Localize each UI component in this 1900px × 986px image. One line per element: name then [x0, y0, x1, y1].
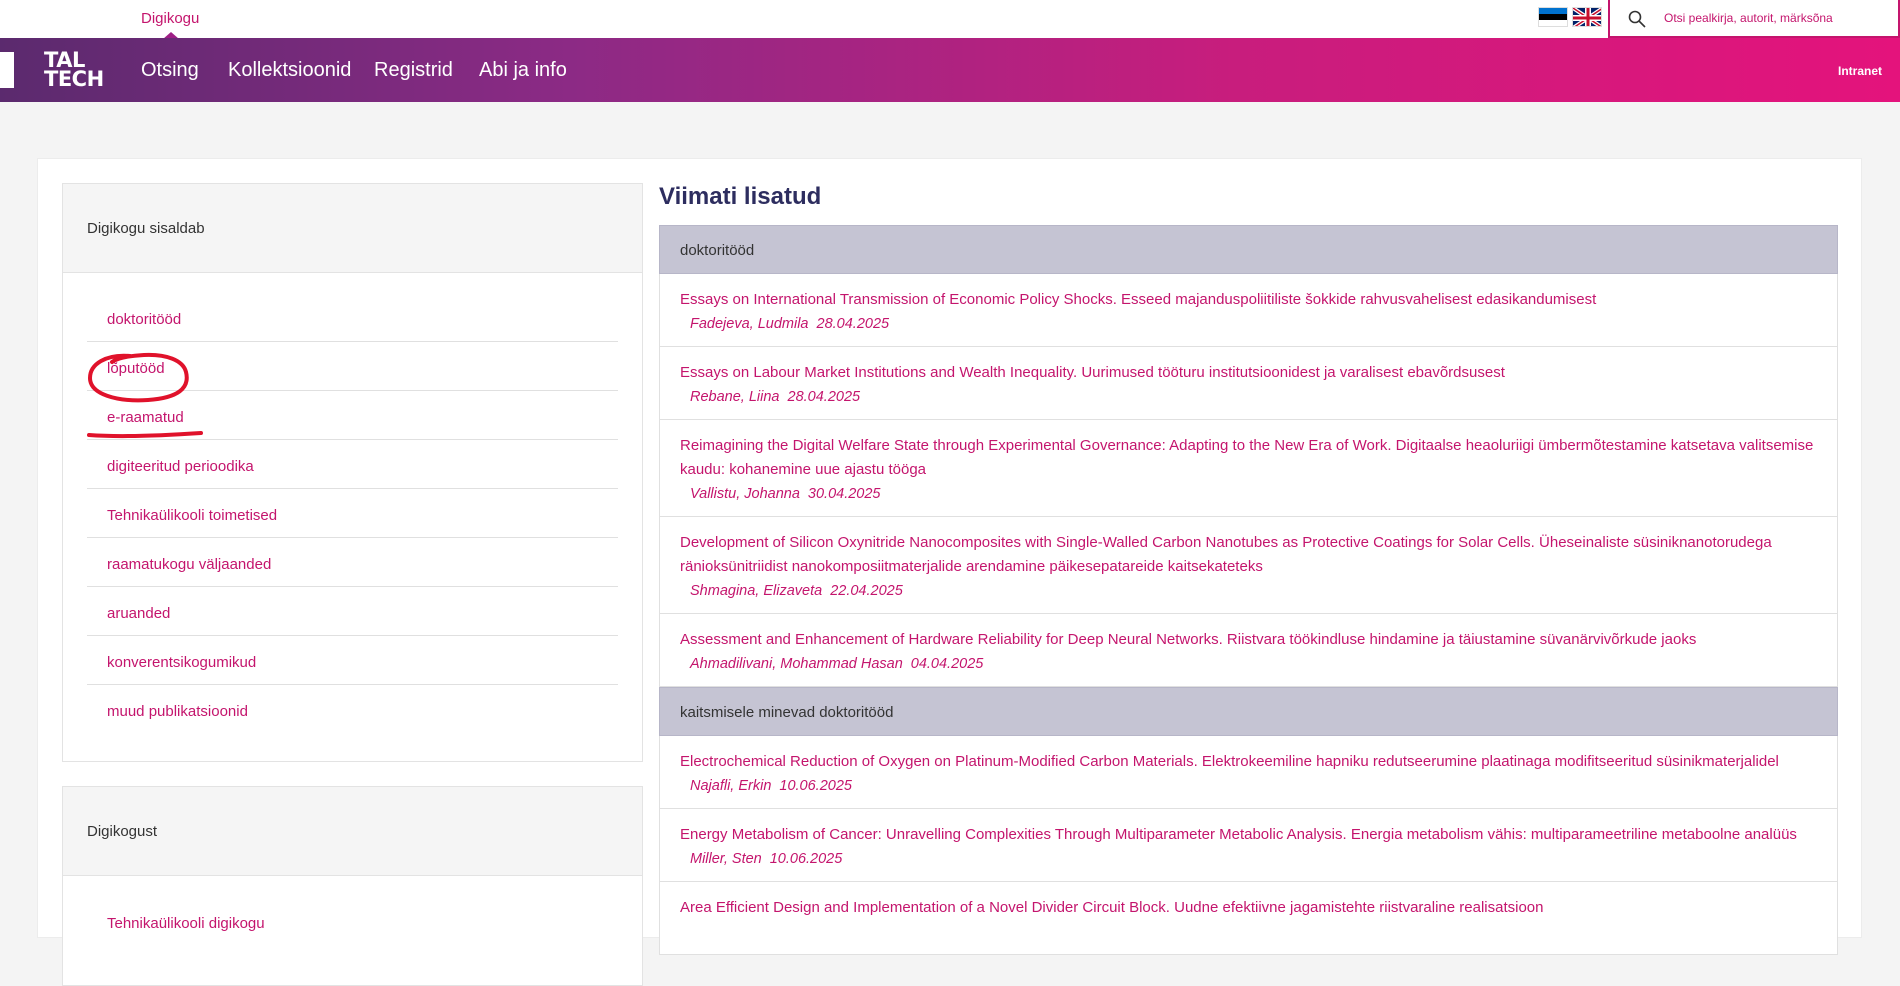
search-icon[interactable] — [1628, 10, 1646, 28]
recent-feed: doktoritööd Essays on International Tran… — [659, 225, 1838, 955]
top-strip: Digikogu — [0, 0, 1900, 39]
nav-abi-ja-info[interactable]: Abi ja info — [479, 59, 567, 82]
item-date: 30.04.2025 — [807, 486, 881, 502]
main-navbar: TAL TECH Otsing Kollektsioonid Registrid… — [0, 38, 1900, 102]
list-item: Essays on International Transmission of … — [659, 274, 1838, 347]
category-item: doktoritööd — [87, 293, 618, 342]
item-date: 28.04.2025 — [816, 316, 890, 332]
item-meta: Fadejeva, Ludmila 28.04.2025 — [680, 312, 1817, 336]
item-date: 28.04.2025 — [787, 389, 861, 405]
category-item: lõputööd — [87, 342, 618, 391]
item-title-link[interactable]: Electrochemical Reduction of Oxygen on P… — [680, 750, 1817, 774]
english-flag-icon[interactable] — [1572, 7, 1602, 27]
nav-registrid[interactable]: Registrid — [374, 59, 453, 82]
item-author[interactable]: Shmagina, Elizaveta — [690, 583, 822, 599]
item-author[interactable]: Vallistu, Johanna — [690, 486, 800, 502]
item-meta: Najafli, Erkin 10.06.2025 — [680, 774, 1817, 798]
item-date: 04.04.2025 — [910, 656, 984, 672]
category-item: aruanded — [87, 587, 618, 636]
item-author[interactable]: Rebane, Liina — [690, 389, 780, 405]
item-title-link[interactable]: Essays on International Transmission of … — [680, 288, 1817, 312]
search-box — [1608, 0, 1900, 38]
logo-notch — [0, 52, 14, 88]
estonian-flag-icon[interactable] — [1538, 7, 1568, 27]
logo-line-2: TECH — [44, 67, 104, 91]
category-item: raamatukogu väljaanded — [87, 538, 618, 587]
item-meta: Vallistu, Johanna 30.04.2025 — [680, 482, 1817, 506]
about-panel: Digikogust Tehnikaülikooli digikogu — [62, 786, 643, 986]
list-item: Essays on Labour Market Institutions and… — [659, 347, 1838, 420]
category-link-muud[interactable]: muud publikatsioonid — [107, 703, 248, 720]
category-link-konverentsikogumikud[interactable]: konverentsikogumikud — [107, 654, 256, 671]
list-item: Reimagining the Digital Welfare State th… — [659, 420, 1838, 517]
about-link[interactable]: Tehnikaülikooli digikogu — [107, 915, 265, 932]
item-title-link[interactable]: Assessment and Enhancement of Hardware R… — [680, 628, 1817, 652]
item-title-link[interactable]: Development of Silicon Oxynitride Nanoco… — [680, 531, 1817, 579]
page-title: Viimati lisatud — [659, 183, 822, 210]
panel-title: Digikogu sisaldab — [63, 184, 642, 273]
list-item: Energy Metabolism of Cancer: Unravelling… — [659, 809, 1838, 882]
nav-kollektsioonid[interactable]: Kollektsioonid — [228, 59, 351, 82]
site-home-link[interactable]: Digikogu — [141, 10, 199, 27]
categories-panel: Digikogu sisaldab doktoritööd lõputööd e… — [62, 183, 643, 762]
item-meta: Rebane, Liina 28.04.2025 — [680, 385, 1817, 409]
item-author[interactable]: Ahmadilivani, Mohammad Hasan — [690, 656, 903, 672]
group-header: kaitsmisele minevad doktoritööd — [659, 687, 1838, 736]
panel-title: Digikogust — [63, 787, 642, 876]
category-item: digiteeritud perioodika — [87, 440, 618, 489]
taltech-logo[interactable]: TAL TECH — [44, 50, 104, 91]
search-input[interactable] — [1664, 6, 1894, 30]
category-link-valjaanded[interactable]: raamatukogu väljaanded — [107, 556, 271, 573]
category-item: Tehnikaülikooli toimetised — [87, 489, 618, 538]
list-item: Development of Silicon Oxynitride Nanoco… — [659, 517, 1838, 614]
category-link-toimetised[interactable]: Tehnikaülikooli toimetised — [107, 507, 277, 524]
item-author[interactable]: Fadejeva, Ludmila — [690, 316, 809, 332]
nav-otsing[interactable]: Otsing — [141, 59, 199, 82]
item-title-link[interactable]: Energy Metabolism of Cancer: Unravelling… — [680, 823, 1817, 847]
item-title-link[interactable]: Area Efficient Design and Implementation… — [680, 896, 1817, 920]
category-item: muud publikatsioonid — [87, 685, 618, 734]
list-item: Electrochemical Reduction of Oxygen on P… — [659, 736, 1838, 809]
item-title-link[interactable]: Reimagining the Digital Welfare State th… — [680, 434, 1817, 482]
item-date: 10.06.2025 — [779, 778, 852, 794]
category-link-doktoritood[interactable]: doktoritööd — [107, 311, 181, 328]
list-item: Assessment and Enhancement of Hardware R… — [659, 614, 1838, 687]
item-title-link[interactable]: Essays on Labour Market Institutions and… — [680, 361, 1817, 385]
category-list: doktoritööd lõputööd e-raamatud digiteer… — [63, 273, 642, 734]
item-author[interactable]: Miller, Sten — [690, 851, 762, 867]
item-meta: Shmagina, Elizaveta 22.04.2025 — [680, 579, 1817, 603]
item-meta: Miller, Sten 10.06.2025 — [680, 847, 1817, 871]
category-link-perioodika[interactable]: digiteeritud perioodika — [107, 458, 254, 475]
category-link-aruanded[interactable]: aruanded — [107, 605, 170, 622]
group-header: doktoritööd — [659, 225, 1838, 274]
category-link-loputood[interactable]: lõputööd — [107, 360, 165, 377]
category-item: konverentsikogumikud — [87, 636, 618, 685]
item-author[interactable]: Najafli, Erkin — [690, 778, 771, 794]
list-item: Area Efficient Design and Implementation… — [659, 882, 1838, 955]
category-item: e-raamatud — [87, 391, 618, 440]
item-date: 10.06.2025 — [769, 851, 843, 867]
item-date: 22.04.2025 — [830, 583, 903, 599]
intranet-link[interactable]: Intranet — [1838, 64, 1882, 78]
category-link-e-raamatud[interactable]: e-raamatud — [107, 409, 184, 426]
item-meta: Ahmadilivani, Mohammad Hasan 04.04.2025 — [680, 652, 1817, 676]
